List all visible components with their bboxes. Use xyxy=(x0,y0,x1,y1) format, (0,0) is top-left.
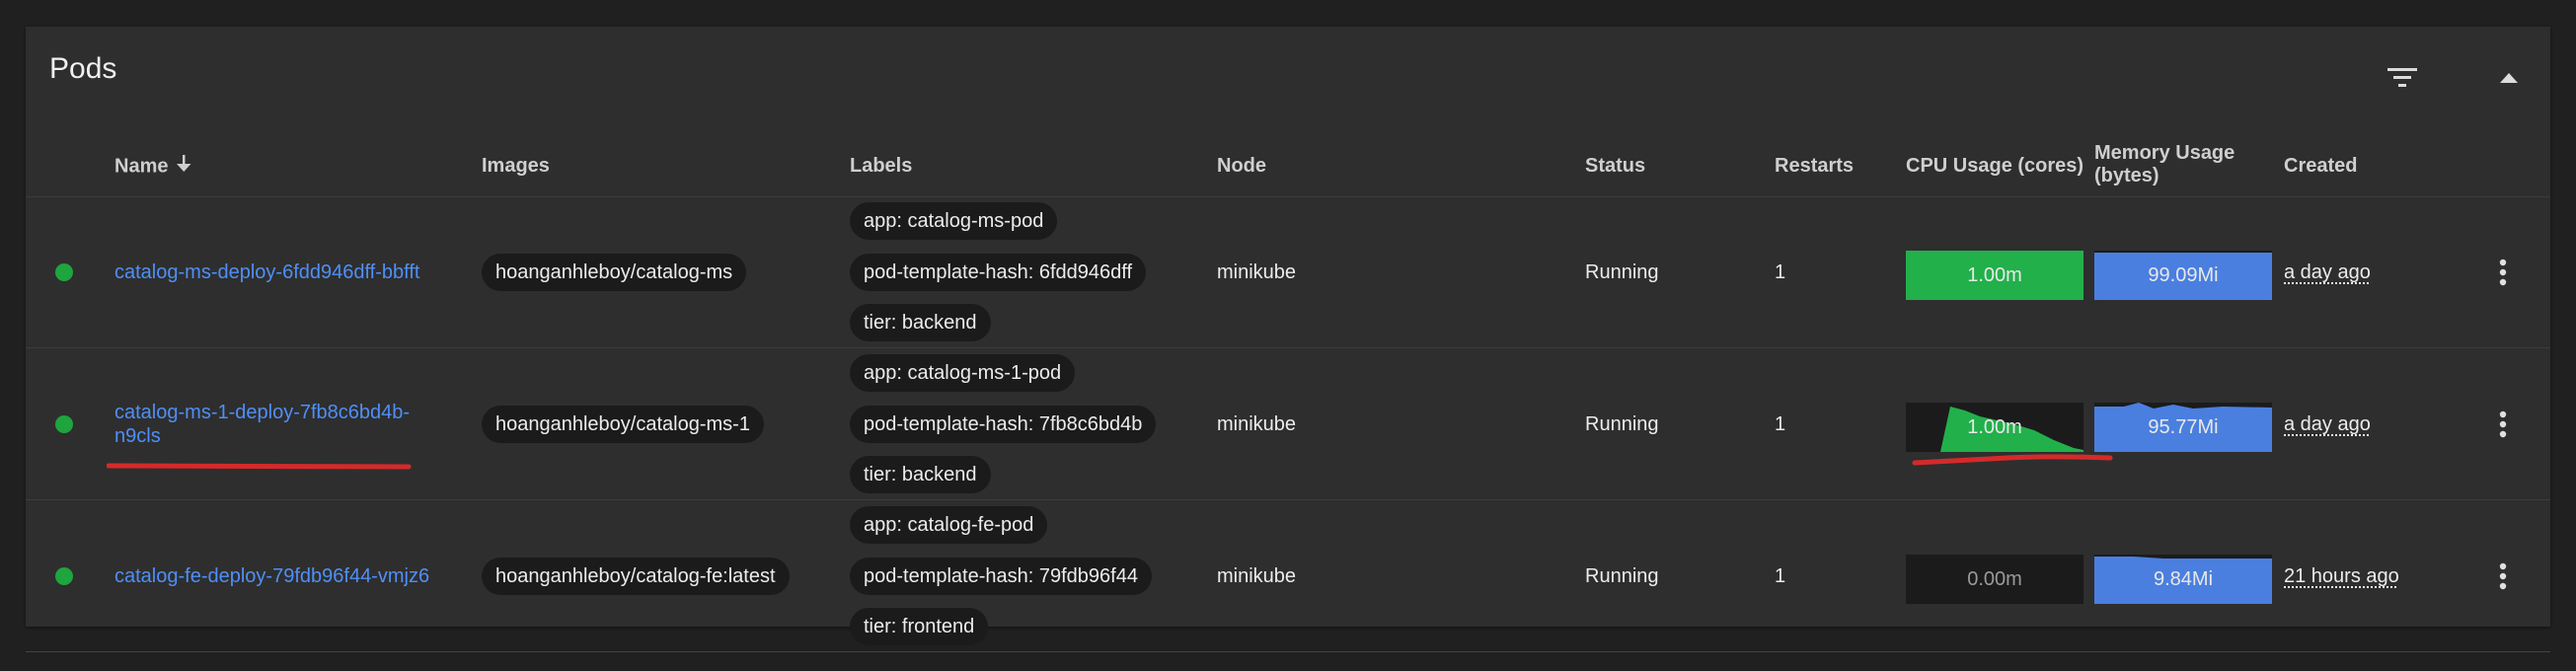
red-annotation-underline xyxy=(107,463,412,470)
red-annotation-underline xyxy=(1912,454,2113,466)
cpu-value: 1.00m xyxy=(1967,416,2022,438)
more-vert-icon[interactable] xyxy=(2483,557,2523,596)
column-header-restarts: Restarts xyxy=(1775,155,1855,177)
running-status-icon xyxy=(55,263,73,281)
collapse-up-icon[interactable] xyxy=(2487,56,2531,100)
sort-arrow-down-icon[interactable] xyxy=(176,155,191,179)
table-row: catalog-ms-deploy-6fdd946dff-bbfft hoang… xyxy=(26,197,2550,348)
pods-card: Pods Name Images Labels Node Status Rest… xyxy=(26,27,2550,652)
label-chip: pod-template-hash: 6fdd946dff xyxy=(850,254,1147,291)
column-header-labels: Labels xyxy=(850,155,913,177)
column-header-images: Images xyxy=(482,155,550,177)
created-time[interactable]: a day ago xyxy=(2284,261,2371,284)
card-header: Pods xyxy=(26,27,2550,135)
filter-icon[interactable] xyxy=(2381,56,2424,100)
column-header-cpu: CPU Usage (cores) xyxy=(1906,155,2084,177)
pod-name-link[interactable]: catalog-ms-deploy-6fdd946dff-bbfft xyxy=(114,261,440,284)
node-name: minikube xyxy=(1217,261,1297,283)
node-name: minikube xyxy=(1217,565,1297,587)
pod-name-line2: n9cls xyxy=(114,425,161,447)
table-row: catalog-ms-1-deploy-7fb8c6bd4b- n9cls ho… xyxy=(26,349,2550,500)
cpu-sparkline: 1.00m xyxy=(1906,251,2084,300)
card-title: Pods xyxy=(49,52,117,85)
status-text: Running xyxy=(1585,413,1659,435)
memory-value: 9.84Mi xyxy=(2153,568,2214,590)
image-chip: hoanganhleboy/catalog-fe:latest xyxy=(482,558,790,595)
label-chip: pod-template-hash: 79fdb96f44 xyxy=(850,558,1152,595)
running-status-icon xyxy=(55,567,73,585)
cpu-sparkline: 0.00m xyxy=(1906,555,2084,604)
column-header-name[interactable]: Name xyxy=(114,155,191,179)
created-time[interactable]: 21 hours ago xyxy=(2284,564,2399,588)
created-time[interactable]: a day ago xyxy=(2284,412,2371,436)
label-chip: tier: backend xyxy=(850,456,991,493)
restarts-count: 1 xyxy=(1775,565,1786,587)
column-header-node: Node xyxy=(1217,155,1266,177)
memory-value: 99.09Mi xyxy=(2148,264,2219,286)
label-chip: tier: frontend xyxy=(850,608,989,645)
label-chip: app: catalog-ms-1-pod xyxy=(850,354,1076,392)
more-vert-icon[interactable] xyxy=(2483,405,2523,444)
memory-sparkline: 9.84Mi xyxy=(2094,555,2272,604)
node-name: minikube xyxy=(1217,413,1297,435)
table-header: Name Images Labels Node Status Restarts … xyxy=(26,135,2550,197)
running-status-icon xyxy=(55,415,73,433)
table-row: catalog-fe-deploy-79fdb96f44-vmjz6 hoang… xyxy=(26,501,2550,652)
memory-value: 95.77Mi xyxy=(2148,416,2219,438)
label-chip: tier: backend xyxy=(850,304,991,341)
cpu-sparkline: 1.00m xyxy=(1906,403,2084,452)
memory-sparkline: 95.77Mi xyxy=(2094,403,2272,452)
pod-name-link[interactable]: catalog-ms-1-deploy-7fb8c6bd4b- n9cls xyxy=(114,401,440,448)
image-chip: hoanganhleboy/catalog-ms xyxy=(482,254,747,291)
pod-name-line1: catalog-ms-1-deploy-7fb8c6bd4b- xyxy=(114,402,411,423)
cpu-value: 0.00m xyxy=(1967,568,2022,590)
column-memory-label-line2: (bytes) xyxy=(2094,165,2159,186)
status-text: Running xyxy=(1585,565,1659,587)
label-chip: app: catalog-ms-pod xyxy=(850,202,1058,240)
restarts-count: 1 xyxy=(1775,413,1786,435)
more-vert-icon[interactable] xyxy=(2483,253,2523,292)
restarts-count: 1 xyxy=(1775,261,1786,283)
cpu-value: 1.00m xyxy=(1967,264,2022,286)
label-chip: app: catalog-fe-pod xyxy=(850,506,1048,544)
status-text: Running xyxy=(1585,261,1659,283)
column-header-status: Status xyxy=(1585,155,1646,177)
column-memory-label-line1: Memory Usage xyxy=(2094,142,2235,164)
image-chip: hoanganhleboy/catalog-ms-1 xyxy=(482,406,764,443)
column-header-created: Created xyxy=(2284,155,2358,177)
column-header-memory: Memory Usage (bytes) xyxy=(2094,142,2235,187)
memory-sparkline: 99.09Mi xyxy=(2094,251,2272,300)
label-chip: pod-template-hash: 7fb8c6bd4b xyxy=(850,406,1157,443)
pod-name-link[interactable]: catalog-fe-deploy-79fdb96f44-vmjz6 xyxy=(114,564,440,588)
column-name-label: Name xyxy=(114,155,169,178)
